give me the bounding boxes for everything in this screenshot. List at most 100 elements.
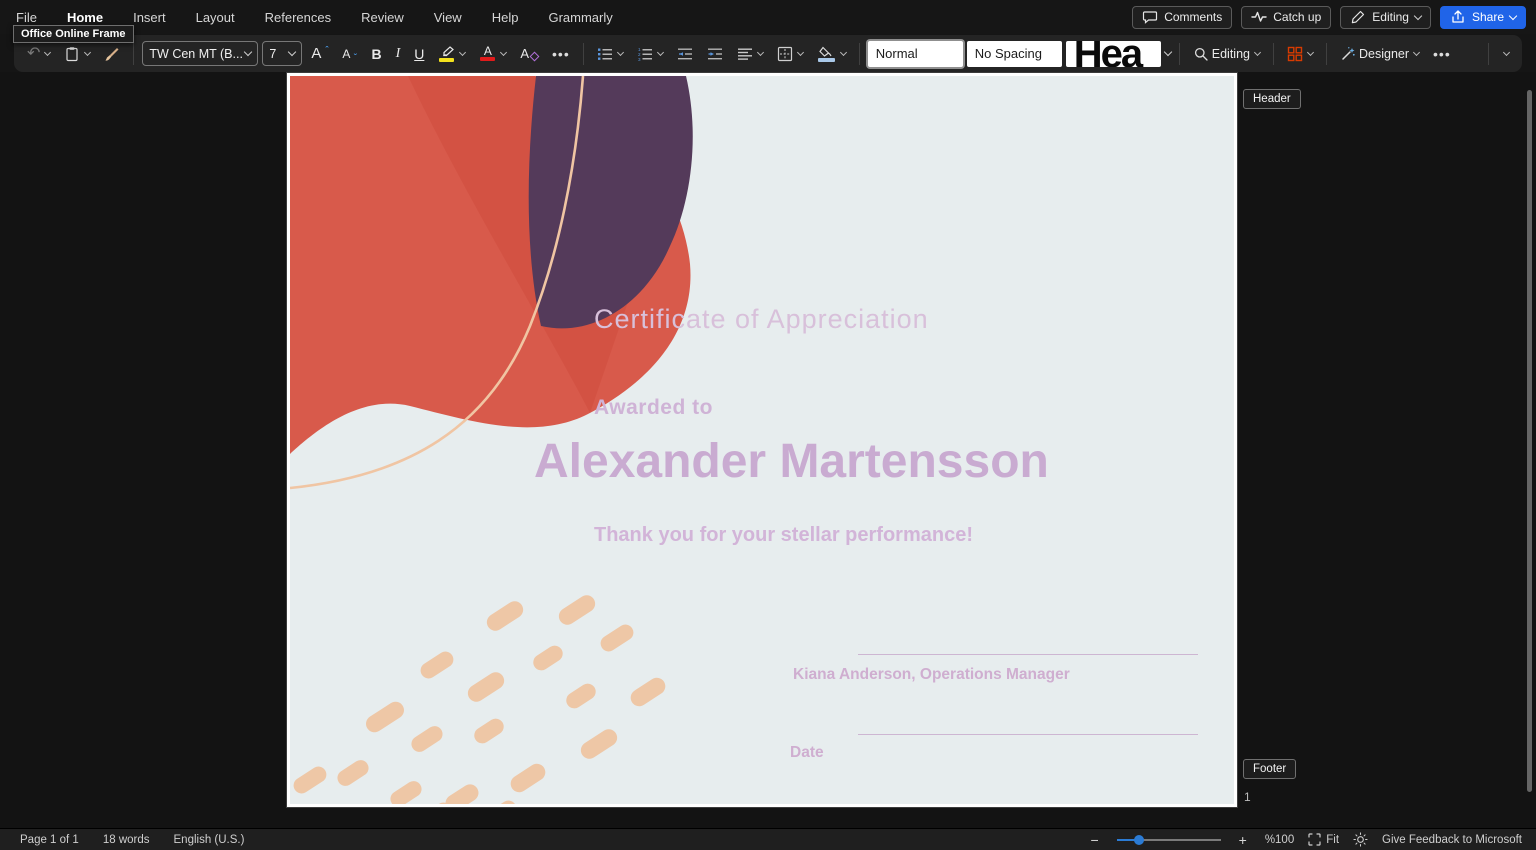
clear-formatting-icon: A	[520, 46, 529, 61]
table-button[interactable]	[772, 43, 808, 65]
chevron-down-icon	[84, 48, 91, 55]
align-left-icon	[737, 46, 753, 62]
fit-button[interactable]: Fit	[1308, 833, 1339, 846]
signature-line	[858, 654, 1198, 655]
menu-tabs: File Home Insert Layout References Revie…	[0, 10, 613, 25]
zoom-slider[interactable]	[1117, 833, 1221, 847]
font-color-button[interactable]: A	[474, 43, 511, 64]
chevron-down-icon	[1413, 48, 1420, 55]
fit-icon	[1308, 833, 1321, 846]
editing-label: Editing	[1212, 47, 1250, 61]
feedback-link[interactable]: Give Feedback to Microsoft	[1382, 834, 1522, 846]
signature-name: Kiana Anderson, Operations Manager	[793, 666, 1193, 684]
editing-find-button[interactable]: Editing	[1188, 43, 1265, 65]
font-name-select[interactable]: TW Cen MT (B...	[142, 41, 258, 66]
word-online-app: File Home Insert Layout References Revie…	[0, 0, 1536, 850]
clear-formatting-button[interactable]: A	[515, 43, 543, 64]
chevron-down-icon	[757, 48, 764, 55]
font-size-select[interactable]: 7	[262, 41, 302, 66]
chevron-down-icon	[1254, 48, 1261, 55]
decrease-indent-icon	[677, 46, 693, 62]
catch-up-label: Catch up	[1273, 10, 1321, 24]
catch-up-button[interactable]: Catch up	[1241, 6, 1331, 29]
page-count[interactable]: Page 1 of 1	[20, 834, 79, 846]
language[interactable]: English (U.S.)	[174, 834, 245, 846]
menu-references[interactable]: References	[265, 10, 331, 25]
style-gallery-chevron-icon[interactable]	[1164, 48, 1172, 56]
ellipsis-icon: •••	[1433, 46, 1451, 62]
numbered-list-icon: 123	[637, 46, 653, 62]
header-tag[interactable]: Header	[1243, 89, 1301, 109]
numbering-button[interactable]: 123	[632, 43, 668, 65]
chevron-down-icon	[1414, 11, 1422, 19]
comment-icon	[1142, 9, 1158, 25]
align-button[interactable]	[732, 43, 768, 65]
menu-grammarly[interactable]: Grammarly	[548, 10, 612, 25]
italic-button[interactable]: I	[391, 43, 406, 65]
editing-mode-button[interactable]: Editing	[1340, 6, 1431, 29]
chevron-down-icon	[1503, 48, 1510, 55]
bullets-button[interactable]	[592, 43, 628, 65]
tooltip-office-online-frame: Office Online Frame	[13, 25, 134, 43]
chevron-down-icon	[44, 48, 51, 55]
svg-text:3: 3	[638, 57, 641, 62]
divider	[1488, 43, 1489, 65]
menu-review[interactable]: Review	[361, 10, 404, 25]
divider	[133, 43, 134, 65]
date-label: Date	[790, 744, 1190, 762]
collapse-ribbon-button[interactable]	[1497, 50, 1514, 58]
fit-label: Fit	[1326, 834, 1339, 846]
clipboard-icon	[64, 46, 80, 62]
undo-button[interactable]: ↶	[22, 44, 55, 64]
style-no-spacing[interactable]: No Spacing	[967, 41, 1062, 67]
chevron-down-icon	[1509, 11, 1517, 19]
search-icon	[1193, 46, 1209, 62]
style-heading[interactable]: Hea	[1066, 41, 1161, 67]
font-size-value: 7	[269, 47, 276, 61]
date-line	[858, 734, 1198, 735]
font-name-value: TW Cen MT (B...	[149, 47, 243, 61]
ribbon-overflow-button[interactable]: •••	[1428, 43, 1456, 65]
shrink-font-button[interactable]: Aˆ	[337, 44, 362, 64]
document-page[interactable]: Certificate of Appreciation Awarded to A…	[287, 73, 1237, 807]
italic-icon: I	[396, 46, 401, 62]
menu-insert[interactable]: Insert	[133, 10, 166, 25]
zoom-percent[interactable]: %100	[1265, 834, 1294, 846]
increase-indent-button[interactable]	[702, 43, 728, 65]
highlight-color-button[interactable]	[433, 43, 470, 65]
document-canvas: Certificate of Appreciation Awarded to A…	[0, 72, 1536, 828]
designer-button[interactable]: Designer	[1335, 43, 1424, 65]
comments-button[interactable]: Comments	[1132, 6, 1232, 29]
certificate-message: Thank you for your stellar performance!	[594, 524, 1226, 547]
style-normal[interactable]: Normal	[868, 41, 963, 67]
menu-file[interactable]: File	[16, 10, 37, 25]
underline-button[interactable]: U	[409, 43, 429, 65]
format-painter-button[interactable]	[99, 43, 125, 65]
font-color-icon: A	[479, 46, 496, 61]
share-button[interactable]: Share	[1440, 6, 1526, 29]
top-actions: Comments Catch up Editing Share	[1132, 6, 1536, 29]
vertical-scrollbar[interactable]	[1527, 90, 1532, 792]
certificate: Certificate of Appreciation Awarded to A…	[290, 76, 1234, 804]
zoom-in-button[interactable]: +	[1235, 832, 1251, 848]
grow-font-button[interactable]: Aˆ	[306, 42, 333, 65]
paste-button[interactable]	[59, 43, 95, 65]
menu-view[interactable]: View	[434, 10, 462, 25]
status-right: − + %100 Fit Give Feedback to Microsoft	[1086, 832, 1536, 848]
peach-dash-pattern	[291, 592, 669, 804]
footer-tag[interactable]: Footer	[1243, 759, 1296, 779]
brightness-icon[interactable]	[1353, 832, 1368, 847]
zoom-out-button[interactable]: −	[1086, 832, 1102, 848]
decrease-indent-button[interactable]	[672, 43, 698, 65]
divider	[1273, 43, 1274, 65]
word-count[interactable]: 18 words	[103, 834, 150, 846]
more-font-options-button[interactable]: •••	[547, 43, 575, 65]
editing-mode-label: Editing	[1372, 10, 1409, 24]
addins-button[interactable]	[1282, 43, 1318, 65]
menu-home[interactable]: Home	[67, 10, 103, 25]
menu-help[interactable]: Help	[492, 10, 519, 25]
shading-button[interactable]	[812, 43, 851, 65]
zoom-slider-handle[interactable]	[1134, 835, 1144, 845]
bold-button[interactable]: B	[366, 43, 386, 65]
menu-layout[interactable]: Layout	[196, 10, 235, 25]
